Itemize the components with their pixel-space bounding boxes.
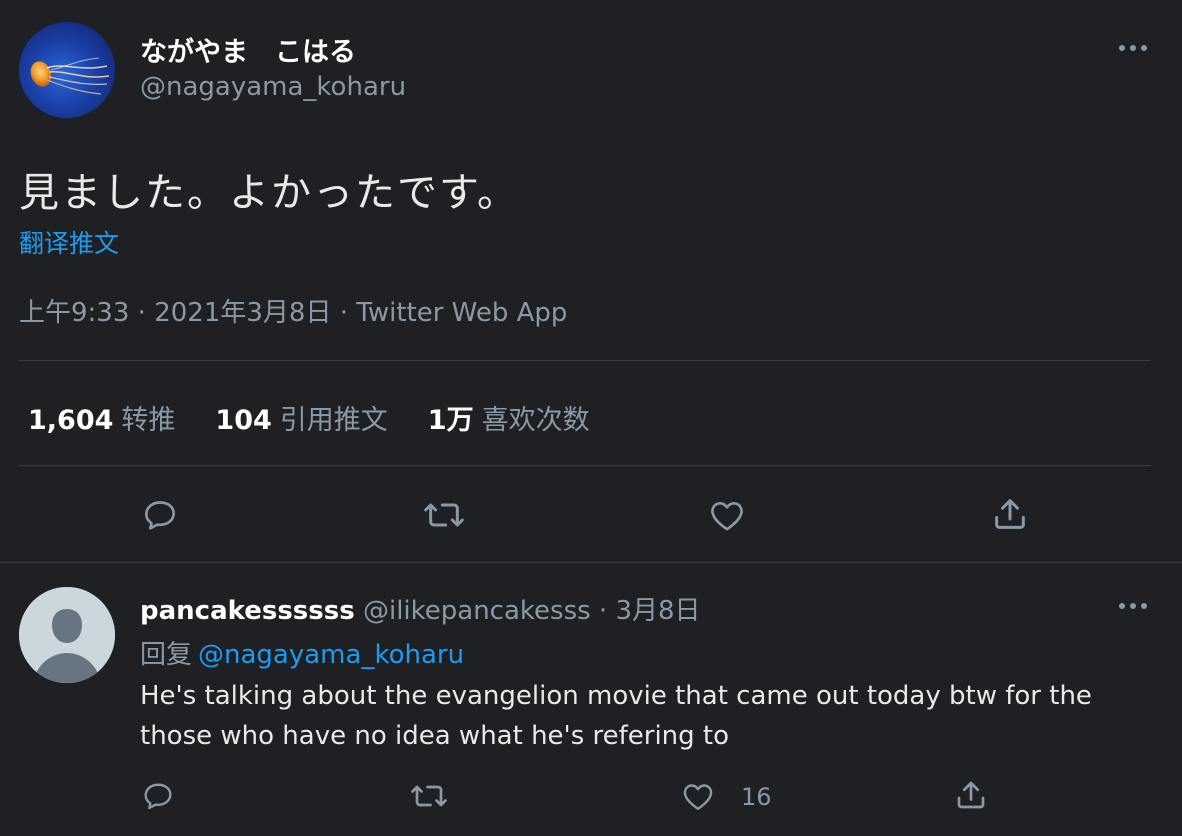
retweet-stat[interactable]: 1,604 转推	[28, 398, 175, 437]
default-profile-icon	[19, 587, 115, 683]
reply-text: He's talking about the evangelion movie …	[140, 681, 1092, 751]
tweet-meta: 上午9:33 · 2021年3月8日 · Twitter Web App	[19, 292, 567, 329]
tweet-divider	[0, 562, 1182, 563]
reply-icon[interactable]	[140, 778, 176, 814]
tweet-date[interactable]: 2021年3月8日	[154, 298, 331, 328]
retweet-label: 转推	[121, 405, 176, 436]
retweet-icon[interactable]	[409, 778, 449, 814]
retweet-count: 1,604	[28, 405, 114, 436]
like-icon[interactable]	[706, 495, 748, 535]
replying-to-mention[interactable]: @nagayama_koharu	[198, 640, 464, 670]
reply-display-name[interactable]: pancakessssss	[140, 596, 355, 626]
share-icon[interactable]	[990, 494, 1030, 534]
translate-tweet-link[interactable]: 翻译推文	[19, 224, 119, 260]
meta-separator: ·	[331, 298, 357, 328]
reply-like-count: 16	[741, 783, 772, 811]
tweet-stats: 1,604 转推 104 引用推文 1万 喜欢次数	[28, 398, 590, 437]
tweet-time[interactable]: 上午9:33	[19, 298, 129, 328]
meta-separator: ·	[590, 596, 616, 626]
quote-label: 引用推文	[279, 405, 388, 436]
author-handle[interactable]: @nagayama_koharu	[140, 72, 406, 102]
replying-to: 回复 @nagayama_koharu	[140, 634, 464, 671]
jellyfish-image	[30, 57, 110, 95]
reply-date[interactable]: 3月8日	[615, 596, 700, 626]
reply-icon[interactable]	[140, 495, 180, 535]
divider	[19, 465, 1151, 466]
more-options-icon[interactable]	[1115, 594, 1151, 618]
divider	[19, 360, 1151, 361]
reply-handle[interactable]: @ilikepancakesss	[363, 596, 591, 626]
like-icon[interactable]	[680, 778, 716, 814]
replying-to-label: 回复	[140, 640, 193, 670]
meta-separator: ·	[129, 298, 155, 328]
retweet-icon[interactable]	[422, 495, 466, 535]
like-label: 喜欢次数	[481, 405, 590, 436]
more-options-icon[interactable]	[1115, 36, 1151, 60]
reply-avatar[interactable]	[19, 587, 115, 683]
author-avatar[interactable]	[19, 22, 115, 118]
reply-header: pancakessssss @ilikepancakesss · 3月8日	[140, 590, 701, 627]
tweet-text: 見ました。よかったです。	[19, 170, 519, 216]
author-display-name[interactable]: ながやま こはる	[140, 30, 356, 69]
like-stat[interactable]: 1万 喜欢次数	[428, 398, 590, 437]
like-count: 1万	[427, 405, 474, 436]
quote-stat[interactable]: 104 引用推文	[215, 398, 387, 437]
share-icon[interactable]	[953, 777, 989, 813]
quote-count: 104	[215, 405, 272, 436]
tweet-source[interactable]: Twitter Web App	[356, 298, 567, 328]
